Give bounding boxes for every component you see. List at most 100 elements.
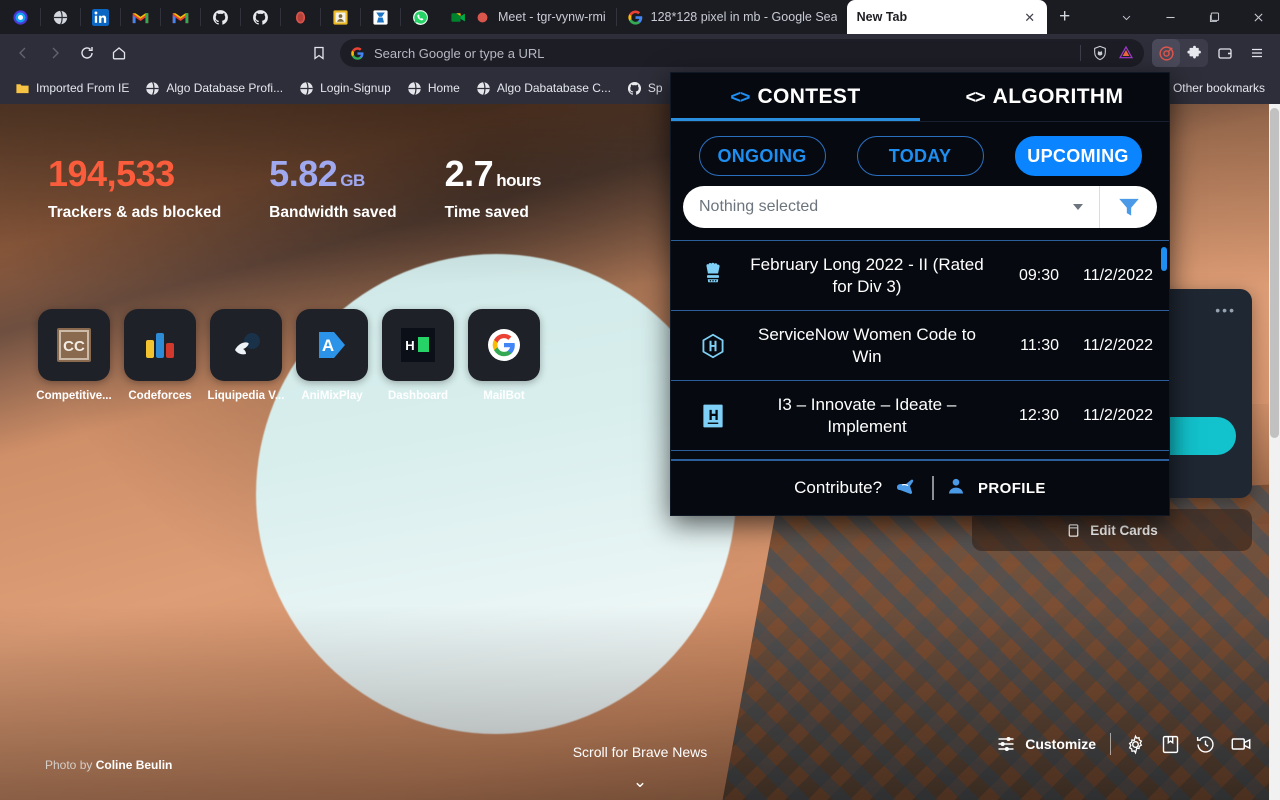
popup-platform-filter-row: Nothing selected xyxy=(671,186,1169,240)
chevron-down-icon[interactable]: ⌄ xyxy=(0,772,1280,792)
address-bar[interactable]: Search Google or type a URL xyxy=(340,39,1144,67)
person-icon[interactable] xyxy=(946,476,966,501)
bookmarks-book-icon[interactable] xyxy=(1160,734,1181,755)
tab-google-search[interactable]: 128*128 pixel in mb - Google Search xyxy=(617,0,847,34)
pinned-tab-linkedin[interactable] xyxy=(80,0,120,34)
bottom-divider xyxy=(1110,733,1111,755)
tile-label: MailBot xyxy=(483,390,525,402)
bookmark-algo-database-c[interactable]: Algo Dabatabase C... xyxy=(469,78,618,99)
customize-button[interactable]: Customize xyxy=(996,734,1096,754)
tile-dashboard[interactable]: H Dashboard xyxy=(382,309,454,402)
brave-talk-camera-icon[interactable] xyxy=(1230,733,1252,755)
bookmark-sp[interactable]: Sp xyxy=(620,78,670,99)
pinned-tab-gmail-2[interactable] xyxy=(160,0,200,34)
search-input[interactable]: Search Google or type a URL xyxy=(374,46,1071,61)
tile-icon-box: CC xyxy=(38,309,110,381)
platform-select-value: Nothing selected xyxy=(699,198,819,215)
popup-status-filters: ONGOING TODAY UPCOMING xyxy=(671,122,1169,186)
meet-icon xyxy=(451,12,465,22)
brave-shields-icon[interactable] xyxy=(1092,45,1108,61)
popup-scrollbar-thumb[interactable] xyxy=(1161,247,1167,271)
sliders-icon xyxy=(998,737,1014,751)
close-window-button[interactable] xyxy=(1236,0,1280,34)
stat-trackers-blocked: 194,533 Trackers & ads blocked xyxy=(48,156,221,222)
github-icon xyxy=(252,9,268,25)
minimize-button[interactable] xyxy=(1148,0,1192,34)
pinned-tab-record[interactable] xyxy=(280,0,320,34)
tile-mailbot[interactable]: MailBot xyxy=(468,309,540,402)
apply-filter-button[interactable] xyxy=(1099,186,1157,228)
chip-ongoing[interactable]: ONGOING xyxy=(698,136,826,176)
pinned-tab-drive[interactable] xyxy=(360,0,400,34)
bookmark-label: Algo Database Profi... xyxy=(166,81,284,95)
chip-ongoing-label: ONGOING xyxy=(717,145,807,166)
globe-icon xyxy=(476,81,491,96)
bookmark-algo-database-profile[interactable]: Algo Database Profi... xyxy=(138,78,290,99)
tile-label: Liquipedia V... xyxy=(207,390,285,402)
tile-icon-box xyxy=(468,309,540,381)
platform-select[interactable]: Nothing selected xyxy=(683,186,1099,228)
tile-codeforces[interactable]: Codeforces xyxy=(124,309,196,402)
contest-extension-button[interactable] xyxy=(1152,39,1180,67)
tab-strip: Meet - tgr-vynw-rmi 128*128 pixel in mb … xyxy=(0,0,1280,34)
table-row[interactable]: February Long 2022 - II (Rated for Div 3… xyxy=(671,241,1169,311)
google-icon xyxy=(351,46,364,60)
contest-name: I3 – Innovate – Ideate – Implement xyxy=(777,394,957,436)
reload-button[interactable] xyxy=(72,38,102,68)
new-tab-button[interactable]: + xyxy=(1050,2,1080,32)
svg-text:CC: CC xyxy=(63,338,85,355)
chip-today-label: TODAY xyxy=(888,145,952,166)
tab-algorithm[interactable]: <> ALGORITHM xyxy=(920,73,1169,121)
table-row[interactable]: ServiceNow Women Code to Win 11:30 11/2/… xyxy=(671,311,1169,381)
bookmark-this-page-icon[interactable] xyxy=(304,38,334,68)
bookmark-label: Login-Signup xyxy=(320,81,391,95)
tile-animixplay[interactable]: A AniMixPlay xyxy=(296,309,368,402)
profile-button[interactable]: PROFILE xyxy=(978,480,1046,497)
tab-new-tab[interactable]: New Tab ✕ xyxy=(846,0,1047,34)
tile-liquipedia[interactable]: Liquipedia V... xyxy=(207,309,285,402)
back-button[interactable] xyxy=(8,38,38,68)
settings-gear-icon[interactable] xyxy=(1125,734,1146,755)
pinned-tab-github-2[interactable] xyxy=(240,0,280,34)
liquipedia-icon xyxy=(235,333,260,355)
chip-upcoming[interactable]: UPCOMING xyxy=(1014,136,1142,176)
pinned-tab-globe[interactable] xyxy=(40,0,80,34)
tab-contest-label: CONTEST xyxy=(757,85,861,108)
bookmark-imported-from-ie[interactable]: Imported From IE xyxy=(8,78,136,99)
close-icon[interactable]: ✕ xyxy=(1023,11,1037,24)
page-scrollbar-thumb[interactable] xyxy=(1270,108,1279,438)
codeforces-icon xyxy=(146,333,174,358)
code-brackets-icon: <> xyxy=(965,86,986,107)
hand-icon[interactable] xyxy=(894,474,920,503)
tab-meet[interactable]: Meet - tgr-vynw-rmi xyxy=(440,0,616,34)
history-clock-icon[interactable] xyxy=(1195,734,1216,755)
pinned-tab-whatsapp[interactable] xyxy=(400,0,440,34)
contest-time: 11:30 xyxy=(1020,336,1059,354)
pinned-tab-brave[interactable] xyxy=(0,0,40,34)
maximize-button[interactable] xyxy=(1192,0,1236,34)
tab-contest[interactable]: <> CONTEST xyxy=(671,73,920,121)
contest-list[interactable]: February Long 2022 - II (Rated for Div 3… xyxy=(671,240,1169,459)
pinned-tab-gmail[interactable] xyxy=(120,0,160,34)
tab-search-chevron-icon[interactable] xyxy=(1104,0,1148,34)
bookmark-label: Imported From IE xyxy=(36,81,130,95)
brave-rewards-icon[interactable] xyxy=(1118,45,1134,61)
stat-bandwidth-saved: 5.82 GB Bandwidth saved xyxy=(269,156,396,222)
other-bookmarks-button[interactable]: Other bookmarks xyxy=(1166,78,1272,98)
brave-wallet-button[interactable] xyxy=(1210,38,1240,68)
newtab-bottom-actions: Customize xyxy=(996,733,1252,755)
bookmark-login-signup[interactable]: Login-Signup xyxy=(292,78,398,99)
forward-button[interactable] xyxy=(40,38,70,68)
pinned-tab-github[interactable] xyxy=(200,0,240,34)
top-sites-tiles: CC Competitive... Codeforces Liquipedia … xyxy=(36,309,540,402)
home-button[interactable] xyxy=(104,38,134,68)
tile-competitive[interactable]: CC Competitive... xyxy=(36,309,112,402)
extensions-group xyxy=(1152,39,1208,67)
hamburger-menu-button[interactable] xyxy=(1242,38,1272,68)
bookmark-home[interactable]: Home xyxy=(400,78,467,99)
window-controls xyxy=(1104,0,1280,34)
pinned-tab-photos[interactable] xyxy=(320,0,360,34)
extensions-puzzle-icon[interactable] xyxy=(1180,39,1208,67)
table-row[interactable]: I3 – Innovate – Ideate – Implement 12:30… xyxy=(671,381,1169,451)
chip-today[interactable]: TODAY xyxy=(856,136,984,176)
